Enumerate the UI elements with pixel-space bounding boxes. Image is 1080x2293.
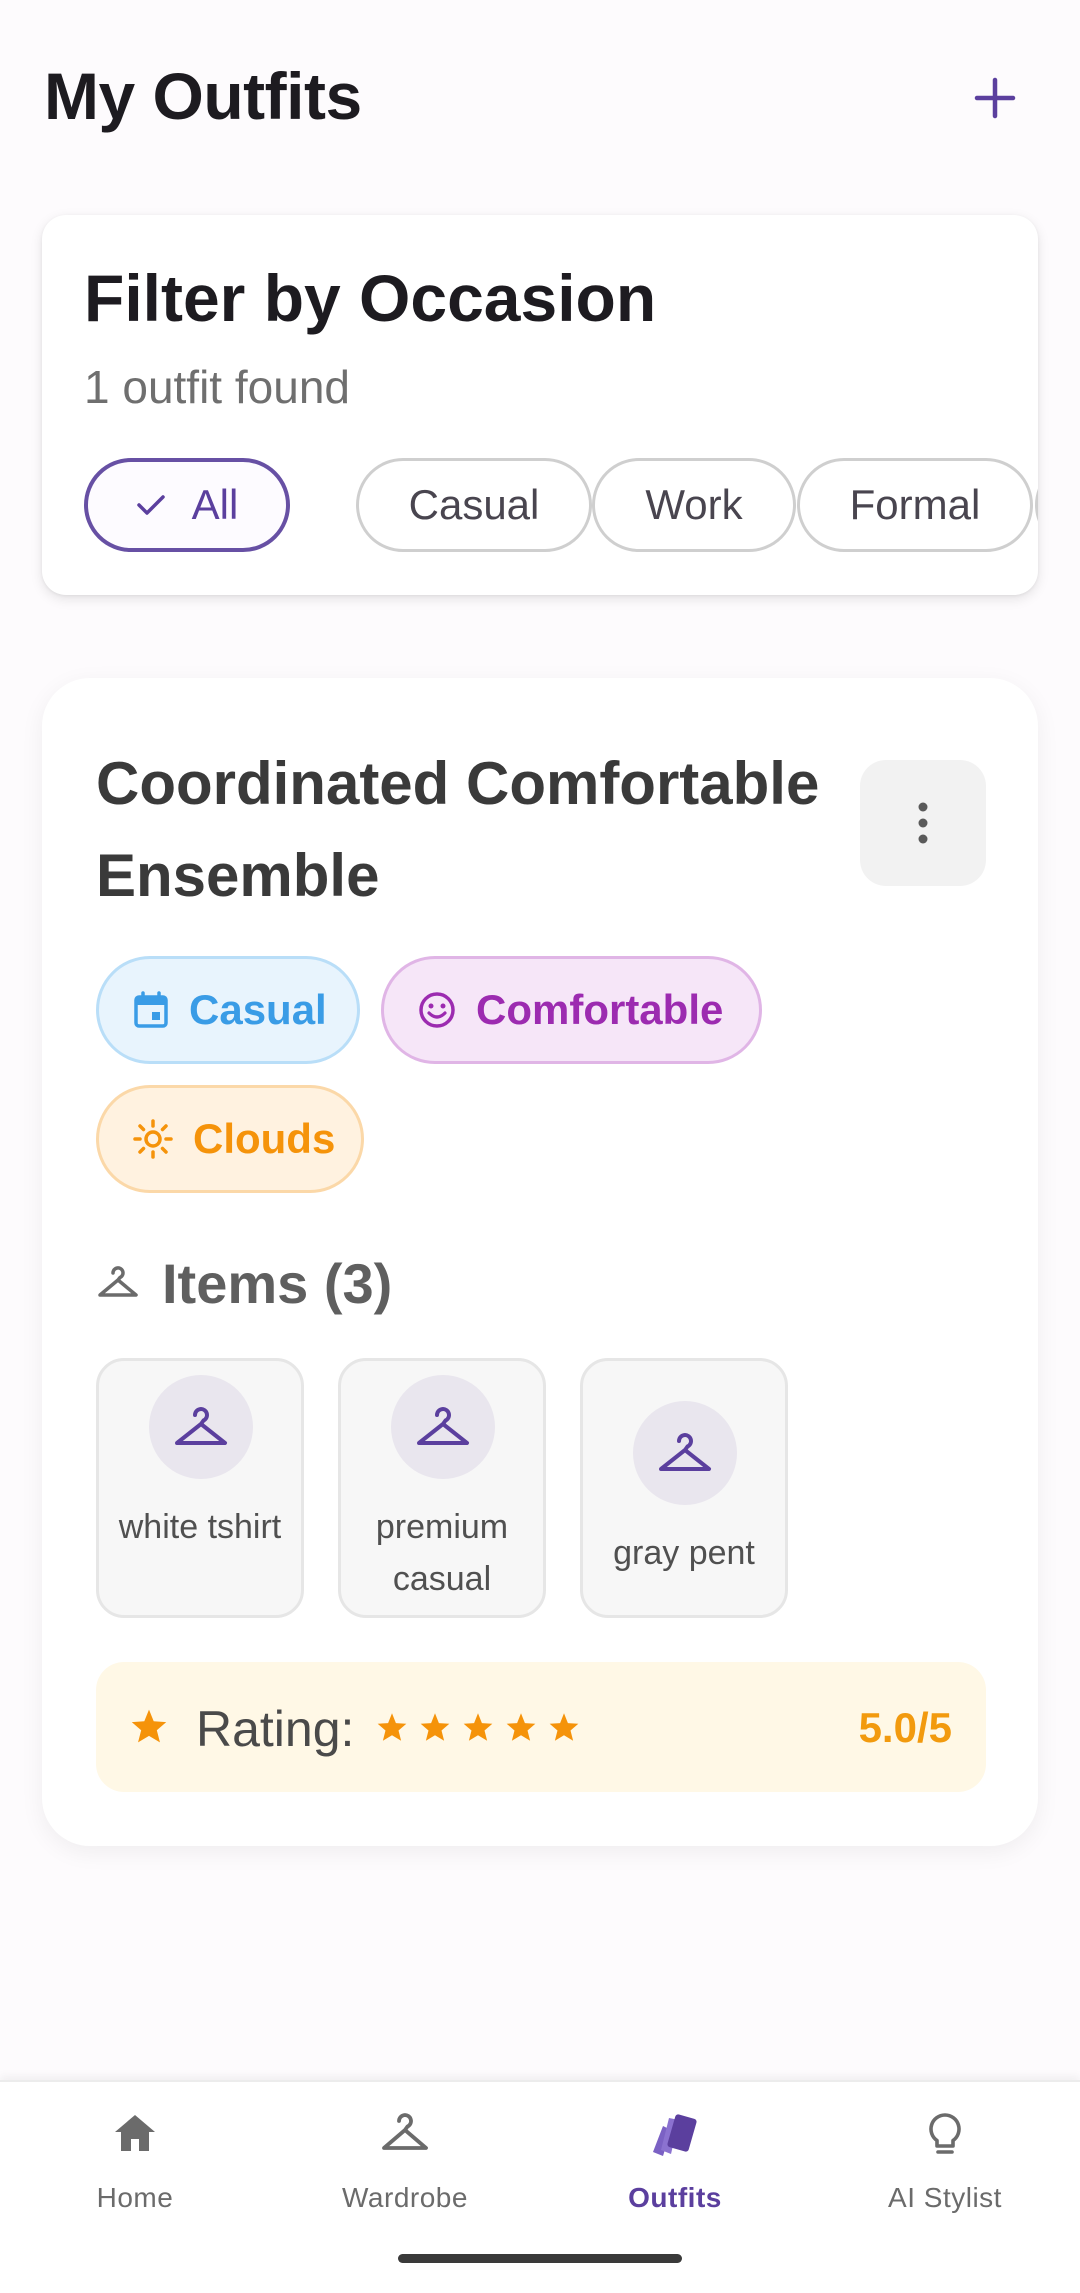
hanger-icon: [96, 1265, 140, 1301]
chip-all[interactable]: All: [84, 458, 290, 552]
item-avatar: [391, 1375, 495, 1479]
chip-more[interactable]: [1035, 458, 1038, 552]
item-name: white tshirt: [118, 1508, 282, 1546]
plus-icon: [974, 77, 1016, 119]
item-avatar: [149, 1375, 253, 1479]
nav-item-home[interactable]: Home: [0, 2082, 270, 2222]
outfits-icon: [540, 2112, 810, 2158]
rating-stars: [376, 1712, 580, 1742]
page-title: My Outfits: [44, 59, 362, 133]
item-card[interactable]: premium casual: [338, 1358, 546, 1618]
star-icon: [463, 1713, 493, 1741]
item-name: premium casual: [375, 1508, 509, 1598]
sun-icon: [133, 1119, 173, 1159]
app-header: My Outfits: [0, 0, 1080, 190]
rating-bar: Rating: 5.0/5: [96, 1662, 986, 1792]
check-icon: [136, 493, 166, 517]
star-icon: [130, 1708, 168, 1744]
items-title: Items (3): [162, 1251, 393, 1315]
rating-label: Rating:: [196, 1701, 355, 1757]
nav-label: Outfits: [628, 2182, 722, 2213]
rating-value: 5.0/5: [858, 1704, 952, 1751]
home-indicator[interactable]: [398, 2254, 682, 2263]
occasion-tag: Casual: [96, 956, 360, 1064]
outfit-card[interactable]: Coordinated Comfortable Ensemble Casual: [42, 678, 1038, 1846]
chip-label: Work: [645, 481, 743, 528]
chip-label: All: [191, 481, 239, 528]
weather-tag: Clouds: [96, 1085, 364, 1193]
chip-label: Casual: [408, 481, 540, 528]
outfit-count: 1 outfit found: [84, 361, 350, 413]
filter-card: Filter by Occasion 1 outfit found All Ca…: [42, 215, 1038, 595]
chip-casual[interactable]: Casual: [356, 458, 592, 552]
nav-item-ai-stylist[interactable]: AI Stylist: [810, 2082, 1080, 2222]
hanger-icon: [417, 1407, 469, 1445]
nav-item-wardrobe[interactable]: Wardrobe: [270, 2082, 540, 2222]
calendar-icon: [133, 991, 169, 1029]
chip-work[interactable]: Work: [592, 458, 796, 552]
lightbulb-icon: [810, 2112, 1080, 2158]
item-avatar: [633, 1401, 737, 1505]
star-icon: [377, 1713, 407, 1741]
item-card[interactable]: white tshirt: [96, 1358, 304, 1618]
filter-title: Filter by Occasion: [84, 261, 657, 335]
smile-icon: [418, 991, 456, 1029]
tag-label: Comfortable: [476, 986, 724, 1033]
nav-label: Wardrobe: [342, 2182, 468, 2213]
home-icon: [0, 2112, 270, 2154]
hanger-icon: [175, 1407, 227, 1445]
nav-label: AI Stylist: [888, 2182, 1002, 2213]
star-icon: [420, 1713, 450, 1741]
nav-item-outfits[interactable]: Outfits: [540, 2082, 810, 2222]
tag-label: Casual: [189, 986, 327, 1033]
mood-tag: Comfortable: [381, 956, 762, 1064]
add-outfit-button[interactable]: [955, 58, 1035, 138]
item-name: gray pent: [613, 1534, 755, 1572]
hanger-icon: [659, 1433, 711, 1471]
more-vert-icon: [918, 802, 928, 844]
nav-label: Home: [96, 2182, 174, 2213]
star-icon: [549, 1713, 579, 1741]
occasion-chip-row[interactable]: All Casual Work Formal: [84, 458, 1038, 558]
star-icon: [506, 1713, 536, 1741]
tag-label: Clouds: [193, 1115, 336, 1162]
chip-formal[interactable]: Formal: [797, 458, 1033, 552]
hanger-icon: [270, 2112, 540, 2154]
outfit-title: Coordinated Comfortable Ensemble: [96, 750, 820, 909]
items-header: Items (3): [96, 1248, 392, 1318]
item-card[interactable]: gray pent: [580, 1358, 788, 1618]
chip-label: Formal: [849, 481, 981, 528]
more-options-button[interactable]: [860, 760, 986, 886]
